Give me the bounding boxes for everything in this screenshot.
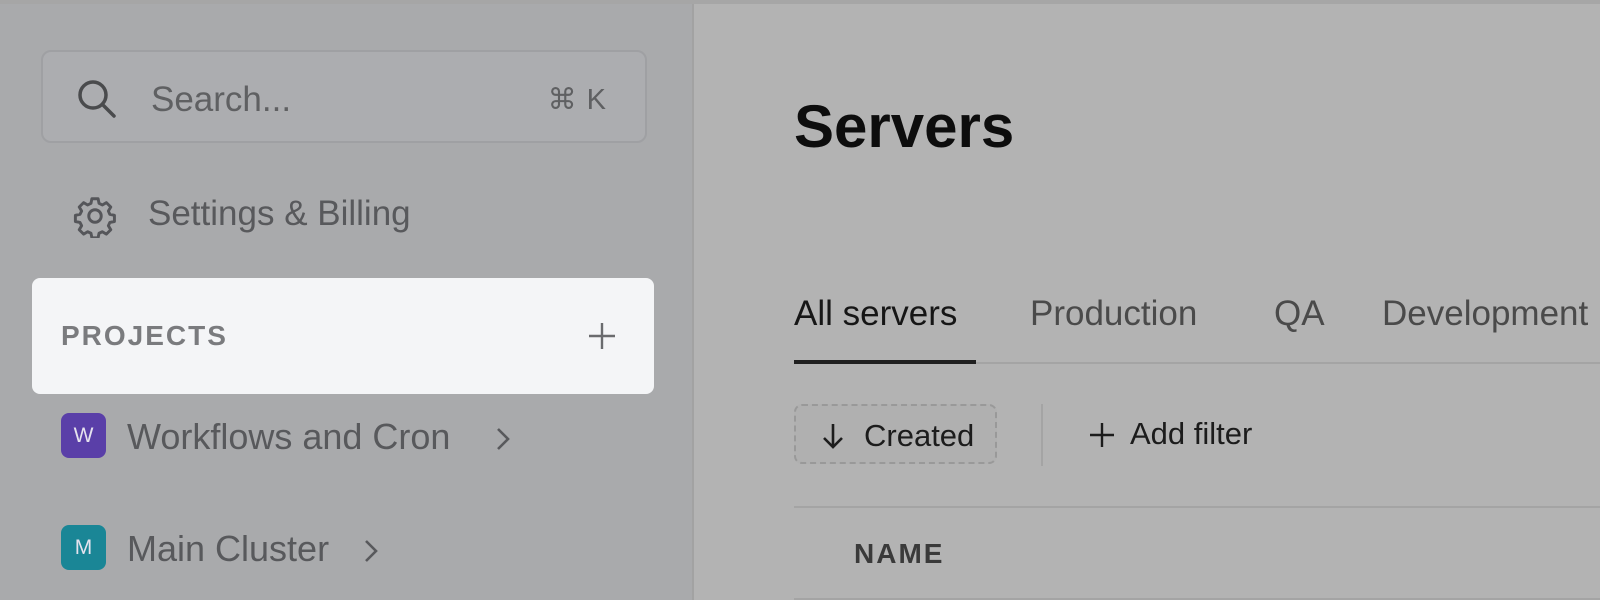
table-top-border <box>794 506 1600 508</box>
search-box[interactable]: Search... ⌘ K <box>41 50 647 143</box>
filter-separator <box>1041 404 1043 466</box>
main-content: Servers All servers Production QA Develo… <box>694 4 1600 600</box>
search-shortcut: ⌘ K <box>547 84 607 116</box>
server-tabs: All servers Production QA Development <box>794 294 1600 366</box>
add-filter-button[interactable]: Add filter <box>1088 416 1348 456</box>
active-tab-indicator <box>794 360 976 364</box>
search-icon <box>78 80 116 118</box>
chevron-right-icon <box>497 428 510 450</box>
page-title: Servers <box>794 93 1015 160</box>
sort-created-button[interactable]: Created <box>794 404 997 464</box>
sort-created-label: Created <box>864 418 975 453</box>
project-item-main-cluster[interactable]: M Main Cluster <box>61 524 581 574</box>
add-project-plus-icon[interactable] <box>586 320 618 352</box>
sidebar: Search... ⌘ K Settings & Billing PROJECT… <box>0 4 692 600</box>
settings-billing-label: Settings & Billing <box>148 194 411 233</box>
search-placeholder: Search... <box>151 80 292 119</box>
arrow-down-icon <box>823 424 843 449</box>
project-name: Workflows and Cron <box>127 416 451 457</box>
plus-icon <box>1090 423 1114 447</box>
tab-production[interactable]: Production <box>1030 294 1197 334</box>
tab-development[interactable]: Development <box>1382 294 1588 334</box>
projects-heading: PROJECTS <box>61 320 228 351</box>
project-avatar: W <box>61 413 106 458</box>
tab-all-servers[interactable]: All servers <box>794 294 957 334</box>
tab-qa[interactable]: QA <box>1274 294 1325 334</box>
chevron-right-icon <box>365 540 378 562</box>
column-header-name[interactable]: NAME <box>854 538 944 570</box>
project-name: Main Cluster <box>127 528 330 569</box>
settings-billing-link[interactable]: Settings & Billing <box>73 190 473 240</box>
project-item-workflows-and-cron[interactable]: W Workflows and Cron <box>61 412 581 462</box>
gear-icon <box>73 197 116 238</box>
add-filter-label: Add filter <box>1130 416 1253 451</box>
project-avatar: M <box>61 525 106 570</box>
projects-header: PROJECTS <box>32 278 654 394</box>
